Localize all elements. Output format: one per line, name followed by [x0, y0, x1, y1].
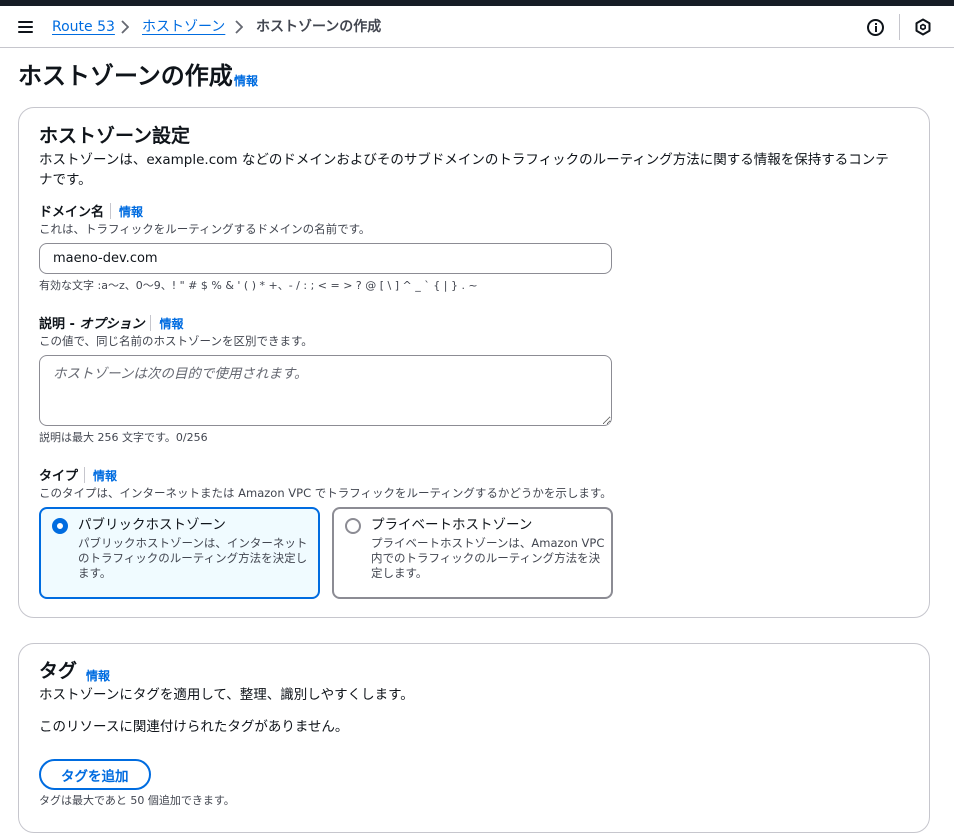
page-info-link[interactable]: 情報 [234, 72, 258, 89]
tags-panel: タグ 情報 ホストゾーンにタグを適用して、整理、識別しやすくします。 このリソー… [18, 643, 930, 833]
hosted-zone-settings-panel: ホストゾーン設定 ホストゾーンは、example.com などのドメインおよびそ… [18, 107, 930, 618]
private-tile-title: プライベートホストゾーン [371, 517, 533, 533]
comment-field-description: この値で、同じ名前のホストゾーンを区別できます。 [39, 334, 313, 348]
breadcrumb-current: ホストゾーンの作成 [256, 19, 382, 35]
private-radio[interactable] [345, 518, 361, 534]
top-bar: Route 53 ホストゾーン ホストゾーンの作成 [0, 6, 954, 48]
tags-info-link[interactable]: 情報 [86, 667, 110, 684]
breadcrumb-hosted-zones[interactable]: ホストゾーン [142, 18, 225, 36]
info-circle-icon[interactable] [867, 19, 884, 36]
domain-info-link[interactable]: 情報 [119, 205, 143, 219]
tags-limit-text: タグは最大であと 50 個追加できます。 [39, 794, 235, 807]
public-tile-description: パブリックホストゾーンは、インターネットのトラフィックのルーティング方法を決定し… [78, 536, 308, 580]
chevron-right-icon [235, 20, 243, 34]
type-info-link[interactable]: 情報 [93, 469, 117, 483]
public-hosted-zone-tile[interactable]: パブリックホストゾーン パブリックホストゾーンは、インターネットのトラフィックの… [39, 507, 320, 599]
comment-field-label: 説明 - オプション 情報 [39, 315, 184, 332]
tags-description: ホストゾーンにタグを適用して、整理、識別しやすくします。 [39, 687, 414, 703]
page-title: ホストゾーンの作成 [18, 62, 233, 90]
comment-textarea[interactable] [39, 355, 612, 426]
settings-description: ホストゾーンは、example.com などのドメインおよびそのサブドメインのト… [39, 152, 889, 188]
domain-constraint: 有効な文字 :a〜z、0〜9、! " # $ % & ' ( ) * +、- /… [39, 279, 478, 292]
breadcrumb-route53[interactable]: Route 53 [52, 18, 115, 36]
tags-title: タグ [39, 660, 78, 682]
settings-title: ホストゾーン設定 [39, 125, 191, 147]
type-field-label: タイプ 情報 [39, 467, 118, 484]
hamburger-icon[interactable] [18, 21, 33, 33]
public-tile-title: パブリックホストゾーン [78, 517, 226, 533]
comment-info-link[interactable]: 情報 [159, 317, 183, 331]
private-hosted-zone-tile[interactable]: プライベートホストゾーン プライベートホストゾーンは、Amazon VPC 内で… [332, 507, 613, 599]
public-radio[interactable] [52, 518, 68, 534]
tags-empty-message: このリソースに関連付けられたタグがありません。 [39, 719, 349, 735]
add-tag-button[interactable]: タグを追加 [39, 759, 151, 790]
topbar-divider [899, 14, 900, 40]
type-field-description: このタイプは、インターネットまたは Amazon VPC でトラフィックをルーテ… [39, 486, 612, 500]
comment-constraint: 説明は最大 256 文字です。0/256 [39, 431, 208, 444]
private-tile-description: プライベートホストゾーンは、Amazon VPC 内でのトラフィックのルーティン… [371, 536, 605, 580]
domain-field-description: これは、トラフィックをルーティングするドメインの名前です。 [39, 222, 371, 236]
domain-name-input[interactable] [39, 243, 612, 274]
domain-field-label: ドメイン名 情報 [39, 203, 144, 220]
chevron-right-icon [121, 20, 129, 34]
hexagon-icon[interactable] [914, 18, 932, 36]
